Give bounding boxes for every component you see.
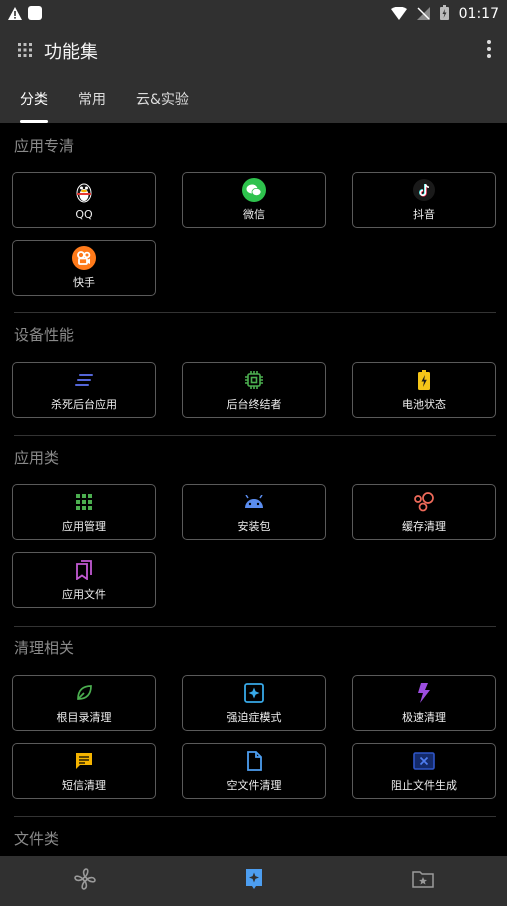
card-label: 微信 <box>243 208 265 221</box>
kuaishou-icon <box>72 246 96 270</box>
apps-grid-icon[interactable] <box>18 42 32 61</box>
card-sms-clean[interactable]: 短信清理 <box>12 743 156 799</box>
tab-bar: 分类 常用 云&实验 <box>0 74 507 123</box>
leaf-icon <box>72 681 96 705</box>
card-root-clean[interactable]: 根目录清理 <box>12 675 156 731</box>
bubbles-icon <box>412 490 436 514</box>
tab-label: 分类 <box>20 91 48 108</box>
card-label: 阻止文件生成 <box>391 779 457 792</box>
card-label: 应用文件 <box>62 588 106 601</box>
fan-icon <box>73 868 96 894</box>
card-label: 空文件清理 <box>226 779 282 792</box>
bottom-navigation <box>0 856 507 906</box>
section-title-app-clean: 应用专清 <box>14 137 75 155</box>
file-icon <box>242 749 266 773</box>
card-label: 安装包 <box>237 520 271 533</box>
battery-status-icon <box>439 4 449 24</box>
grid-icon <box>72 490 96 514</box>
more-vert-icon[interactable] <box>487 40 491 62</box>
card-cache-clean[interactable]: 缓存清理 <box>352 484 496 540</box>
folder-star-icon <box>411 870 434 892</box>
section-divider <box>14 435 496 436</box>
speed-lines-icon <box>72 368 96 392</box>
warning-icon <box>8 5 22 24</box>
bookmarks-icon <box>72 558 96 582</box>
card-ocd-mode[interactable]: 强迫症模式 <box>182 675 326 731</box>
card-label: 应用管理 <box>62 520 106 533</box>
wechat-icon <box>242 178 266 202</box>
notification-square-icon <box>28 5 42 24</box>
card-battery-status[interactable]: 电池状态 <box>352 362 496 418</box>
section-divider <box>14 816 496 817</box>
card-label: 抖音 <box>413 208 435 221</box>
card-label: 强迫症模式 <box>226 711 282 724</box>
card-label: 快手 <box>73 276 95 289</box>
page-title: 功能集 <box>44 42 98 63</box>
card-background-terminator[interactable]: 后台终结者 <box>182 362 326 418</box>
tab-label: 云&实验 <box>136 91 189 108</box>
card-label: 缓存清理 <box>402 520 446 533</box>
card-fast-clean[interactable]: 极速清理 <box>352 675 496 731</box>
nav-files-button[interactable] <box>393 861 453 901</box>
card-label: 后台终结者 <box>226 398 282 411</box>
battery-icon <box>412 368 436 392</box>
card-label: 短信清理 <box>62 779 106 792</box>
section-divider <box>14 312 496 313</box>
card-block-file-creation[interactable]: 阻止文件生成 <box>352 743 496 799</box>
clock: 01:17 <box>458 6 499 22</box>
card-qq[interactable]: QQ <box>12 172 156 228</box>
card-kuaishou[interactable]: 快手 <box>12 240 156 296</box>
sparkle-icon <box>242 681 266 705</box>
bolt-icon <box>412 681 436 705</box>
wifi-icon <box>390 5 407 24</box>
card-label: QQ <box>75 207 93 221</box>
penguin-icon <box>72 180 96 204</box>
tab-common[interactable]: 常用 <box>66 74 118 123</box>
section-divider <box>14 626 496 627</box>
card-wechat[interactable]: 微信 <box>182 172 326 228</box>
no-signal-icon <box>416 5 430 24</box>
card-app-files[interactable]: 应用文件 <box>12 552 156 608</box>
message-icon <box>72 749 96 773</box>
card-install-package[interactable]: 安装包 <box>182 484 326 540</box>
card-empty-file-clean[interactable]: 空文件清理 <box>182 743 326 799</box>
block-file-icon <box>412 749 436 773</box>
tab-cloud-lab[interactable]: 云&实验 <box>124 74 201 123</box>
tab-category[interactable]: 分类 <box>8 74 60 123</box>
tab-label: 常用 <box>78 91 106 108</box>
sparkle-badge-icon <box>244 868 264 894</box>
card-tiktok[interactable]: 抖音 <box>352 172 496 228</box>
card-label: 电池状态 <box>402 398 446 411</box>
feature-list[interactable]: 应用专清 QQ 微信 抖音 快手 设备性能 杀死后台应用 后台终结者 电池状态 … <box>0 123 507 856</box>
nav-fan-button[interactable] <box>55 861 115 901</box>
section-title-files: 文件类 <box>14 830 60 848</box>
chip-icon <box>242 368 266 392</box>
app-bar: 功能集 <box>0 28 507 74</box>
section-title-apps: 应用类 <box>14 449 60 467</box>
card-kill-background[interactable]: 杀死后台应用 <box>12 362 156 418</box>
card-label: 杀死后台应用 <box>51 398 117 411</box>
card-app-management[interactable]: 应用管理 <box>12 484 156 540</box>
android-icon <box>242 490 266 514</box>
nav-features-button[interactable] <box>224 861 284 901</box>
card-label: 根目录清理 <box>56 711 112 724</box>
section-title-device-performance: 设备性能 <box>14 326 75 344</box>
section-title-cleaning: 清理相关 <box>14 639 75 657</box>
tiktok-icon <box>412 178 436 202</box>
status-bar: 01:17 <box>0 0 507 28</box>
card-label: 极速清理 <box>402 711 446 724</box>
